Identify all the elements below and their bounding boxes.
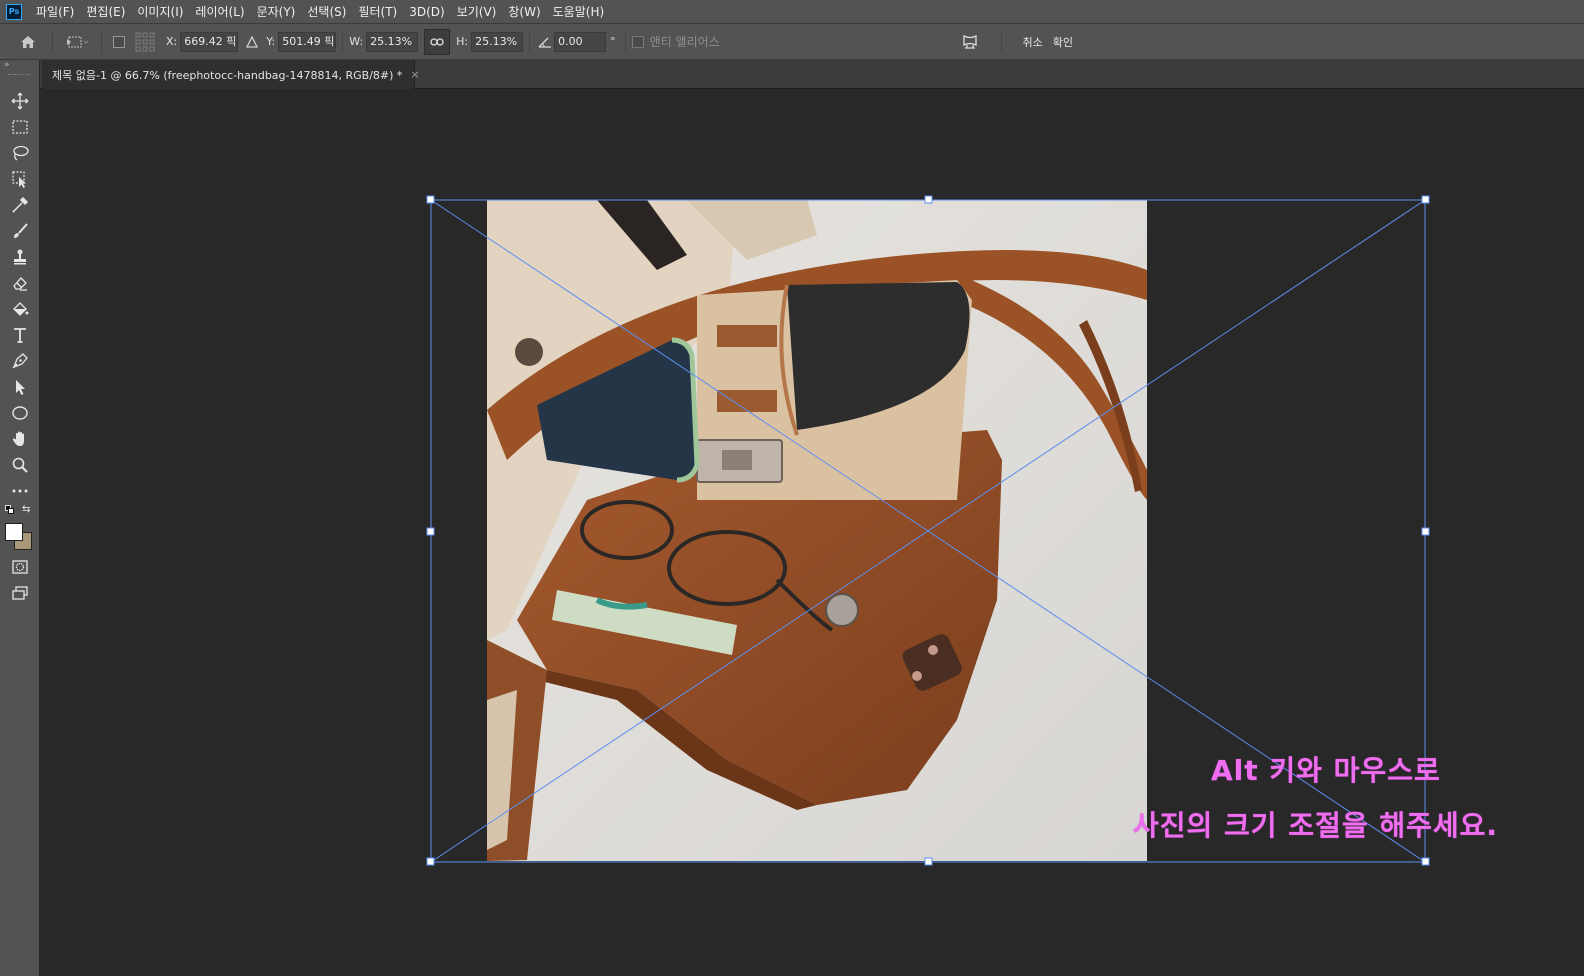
transform-handle-bottom-left — [426, 857, 435, 866]
eyedropper-tool-icon[interactable] — [8, 194, 32, 216]
height-label: H: — [456, 35, 469, 48]
antialias-checkbox[interactable] — [631, 35, 644, 48]
width-field[interactable]: 25.13% — [366, 31, 419, 52]
menu-view[interactable]: 보기(V) — [451, 0, 503, 24]
separator — [1000, 30, 1002, 53]
stamp-tool-icon[interactable] — [8, 246, 32, 268]
type-tool-icon[interactable] — [8, 324, 32, 346]
transform-handle-middle-right — [1421, 527, 1430, 536]
close-tab-icon[interactable]: × — [410, 68, 419, 81]
width-label: W: — [349, 35, 364, 48]
more-tools-icon[interactable] — [8, 480, 32, 502]
y-position-field[interactable]: 501.49 픽셀 — [278, 31, 337, 52]
y-label: Y: — [266, 35, 276, 48]
pen-tool-icon[interactable] — [8, 350, 32, 372]
menu-window[interactable]: 창(W) — [502, 0, 546, 24]
menu-select[interactable]: 선택(S) — [301, 0, 352, 24]
options-bar: X: 669.42 픽셀 Y: 501.49 픽셀 W: 25.13% H: 2… — [0, 24, 1584, 60]
swap-colors-icon[interactable]: ⇆ — [22, 504, 30, 515]
menu-type[interactable]: 문자(Y) — [251, 0, 302, 24]
hand-tool-icon[interactable] — [8, 428, 32, 450]
default-colors-icon[interactable] — [5, 505, 15, 515]
document-tab-title: 제목 없음-1 @ 66.7% (freephotocc-handbag-147… — [52, 68, 403, 82]
rotate-angle-icon — [536, 36, 554, 48]
handbag-photo-image — [487, 200, 1147, 861]
menu-3d[interactable]: 3D(D) — [403, 0, 450, 24]
object-selection-tool-icon[interactable] — [8, 168, 32, 190]
antialias-label: 앤티 앨리어스 — [649, 35, 720, 49]
commit-transform-button[interactable]: 확인 — [1048, 34, 1078, 50]
zoom-tool-icon[interactable] — [8, 454, 32, 476]
menu-file[interactable]: 파일(F) — [30, 0, 80, 24]
menu-filter[interactable]: 필터(T) — [352, 0, 403, 24]
separator — [342, 30, 344, 53]
document-canvas[interactable]: Alt 키와 마우스로 사진의 크기 조절을 해주세요. — [41, 89, 1584, 976]
home-icon[interactable] — [10, 33, 46, 51]
document-tab[interactable]: 제목 없음-1 @ 66.7% (freephotocc-handbag-147… — [42, 60, 420, 89]
instruction-caption-line1: Alt 키와 마우스로 — [1211, 754, 1441, 787]
instruction-caption-line2: 사진의 크기 조절을 해주세요. — [1133, 809, 1499, 842]
menu-edit[interactable]: 편집(E) — [80, 0, 131, 24]
transform-handle-bottom-right — [1421, 857, 1430, 866]
foreground-color-swatch[interactable] — [5, 523, 23, 541]
transform-handle-middle-left — [426, 527, 435, 536]
reference-point-toggle-icon[interactable] — [108, 35, 130, 48]
collapse-panel-icon[interactable]: » — [4, 60, 10, 70]
height-field[interactable]: 25.13% — [471, 31, 524, 52]
reference-point-grid-icon[interactable] — [130, 32, 160, 52]
eraser-tool-icon[interactable] — [8, 272, 32, 294]
document-tab-bar: 제목 없음-1 @ 66.7% (freephotocc-handbag-147… — [0, 60, 1584, 89]
separator — [52, 30, 53, 53]
path-selection-tool-icon[interactable] — [8, 376, 32, 398]
panel-grip[interactable] — [8, 74, 30, 76]
separator — [624, 30, 626, 53]
link-aspect-ratio-icon[interactable] — [424, 28, 451, 55]
menu-layer[interactable]: 레이어(L) — [189, 0, 250, 24]
screen-mode-icon[interactable] — [8, 582, 32, 604]
transform-handle-top-left — [426, 195, 435, 204]
transform-handle-top-right — [1421, 195, 1430, 204]
degree-unit: ° — [610, 35, 616, 48]
transform-tool-preset-icon[interactable] — [59, 34, 95, 50]
menu-image[interactable]: 이미지(I) — [131, 0, 189, 24]
separator — [529, 30, 531, 53]
ellipse-tool-icon[interactable] — [8, 402, 32, 424]
brush-tool-icon[interactable] — [8, 220, 32, 242]
lasso-tool-icon[interactable] — [8, 142, 32, 164]
relative-positioning-icon[interactable] — [238, 35, 266, 48]
paint-bucket-tool-icon[interactable] — [8, 298, 32, 320]
warp-mode-icon[interactable] — [955, 33, 985, 51]
x-label: X: — [166, 35, 178, 48]
photoshop-window: Ps 파일(F) 편집(E) 이미지(I) 레이어(L) 문자(Y) 선택(S)… — [0, 0, 1584, 976]
quick-mask-icon[interactable] — [8, 556, 32, 578]
menu-bar: Ps 파일(F) 편집(E) 이미지(I) 레이어(L) 문자(Y) 선택(S)… — [0, 0, 1584, 24]
x-position-field[interactable]: 669.42 픽셀 — [180, 31, 239, 52]
photoshop-logo-icon: Ps — [6, 3, 22, 20]
menu-help[interactable]: 도움말(H) — [547, 0, 611, 24]
separator — [101, 30, 102, 53]
move-tool-icon[interactable] — [8, 90, 32, 112]
rotate-angle-field[interactable]: 0.00 — [554, 31, 607, 52]
tools-panel: » ⇆ — [0, 60, 40, 976]
cancel-transform-button[interactable]: 취소 — [1018, 34, 1048, 50]
handbag-photo[interactable] — [487, 200, 1147, 861]
marquee-tool-icon[interactable] — [8, 116, 32, 138]
